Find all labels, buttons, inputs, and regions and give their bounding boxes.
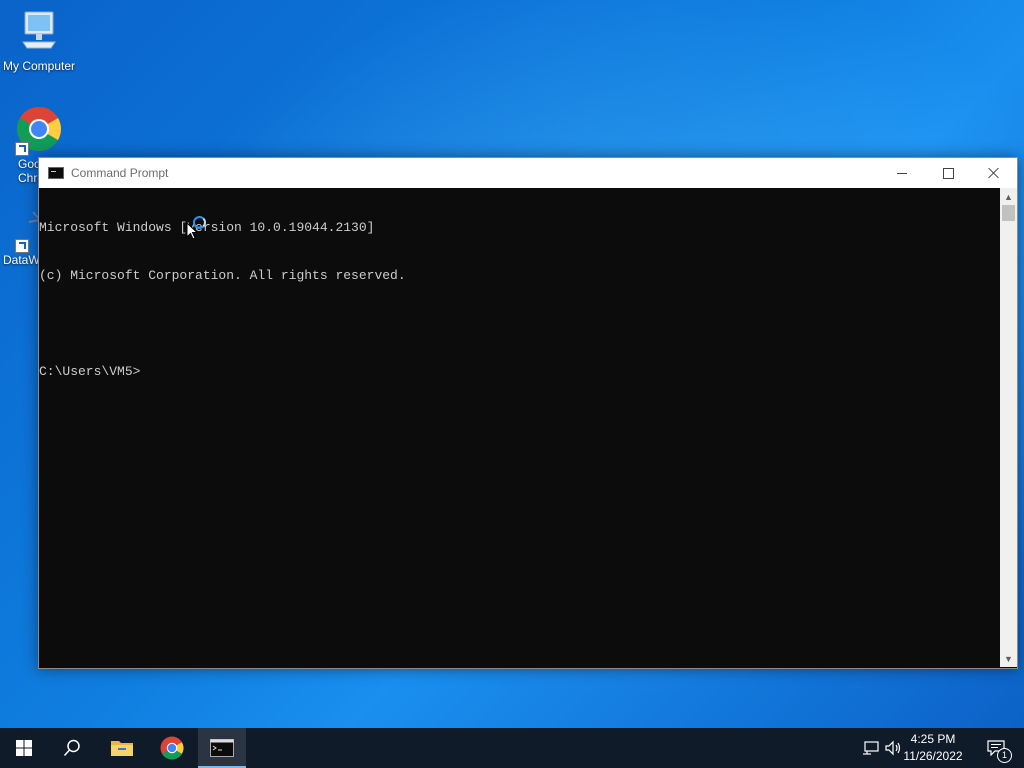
close-icon <box>988 167 1000 179</box>
desktop-icon-label: My Computer <box>2 59 76 73</box>
notification-count-badge: 1 <box>997 748 1012 763</box>
close-button[interactable] <box>971 158 1017 188</box>
console-line: Microsoft Windows [Version 10.0.19044.21… <box>39 220 375 235</box>
window-title: Command Prompt <box>71 166 169 180</box>
console-prompt: C:\Users\VM5> <box>39 364 141 379</box>
search-button[interactable] <box>48 728 96 768</box>
shortcut-arrow-icon <box>15 239 29 253</box>
chevron-up-icon: ▲ <box>1004 191 1013 202</box>
scroll-up-button[interactable]: ▲ <box>1000 188 1017 205</box>
console-line: (c) Microsoft Corporation. All rights re… <box>39 268 406 283</box>
clock-date: 11/26/2022 <box>903 749 963 763</box>
taskbar: 4:25 PM 11/26/2022 1 <box>0 728 1024 768</box>
computer-icon <box>22 11 56 49</box>
minimize-icon <box>897 172 907 174</box>
title-bar[interactable]: Command Prompt <box>39 158 1017 188</box>
search-icon <box>63 739 80 757</box>
command-prompt-window[interactable]: Command Prompt Microsoft Windows [Versio… <box>38 157 1018 669</box>
scrollbar-thumb[interactable] <box>1002 205 1015 221</box>
file-explorer-button[interactable] <box>98 728 146 768</box>
windows-logo-icon <box>16 740 32 756</box>
maximize-icon <box>942 167 954 179</box>
maximize-button[interactable] <box>925 158 971 188</box>
network-tray-button[interactable] <box>860 728 882 768</box>
busy-spinner-icon <box>193 216 206 229</box>
start-button[interactable] <box>0 728 48 768</box>
chevron-down-icon: ▼ <box>1004 653 1013 664</box>
chrome-icon <box>160 736 184 760</box>
console-output[interactable]: Microsoft Windows [Version 10.0.19044.21… <box>39 188 999 668</box>
chrome-button[interactable] <box>148 728 196 768</box>
scroll-down-button[interactable]: ▼ <box>1000 650 1017 667</box>
minimize-button[interactable] <box>879 158 925 188</box>
action-center-button[interactable]: 1 <box>982 728 1012 768</box>
taskbar-clock[interactable]: 4:25 PM 11/26/2022 <box>898 731 968 765</box>
folder-icon <box>111 741 133 756</box>
vertical-scrollbar[interactable]: ▲ ▼ <box>1000 188 1017 667</box>
command-prompt-button[interactable] <box>198 728 246 768</box>
clock-time: 4:25 PM <box>910 732 956 746</box>
shortcut-arrow-icon <box>15 142 29 156</box>
desktop-icon-my-computer[interactable]: My Computer <box>0 8 78 73</box>
cmd-icon <box>210 739 234 757</box>
network-icon <box>863 741 879 755</box>
cmd-icon <box>48 167 64 179</box>
